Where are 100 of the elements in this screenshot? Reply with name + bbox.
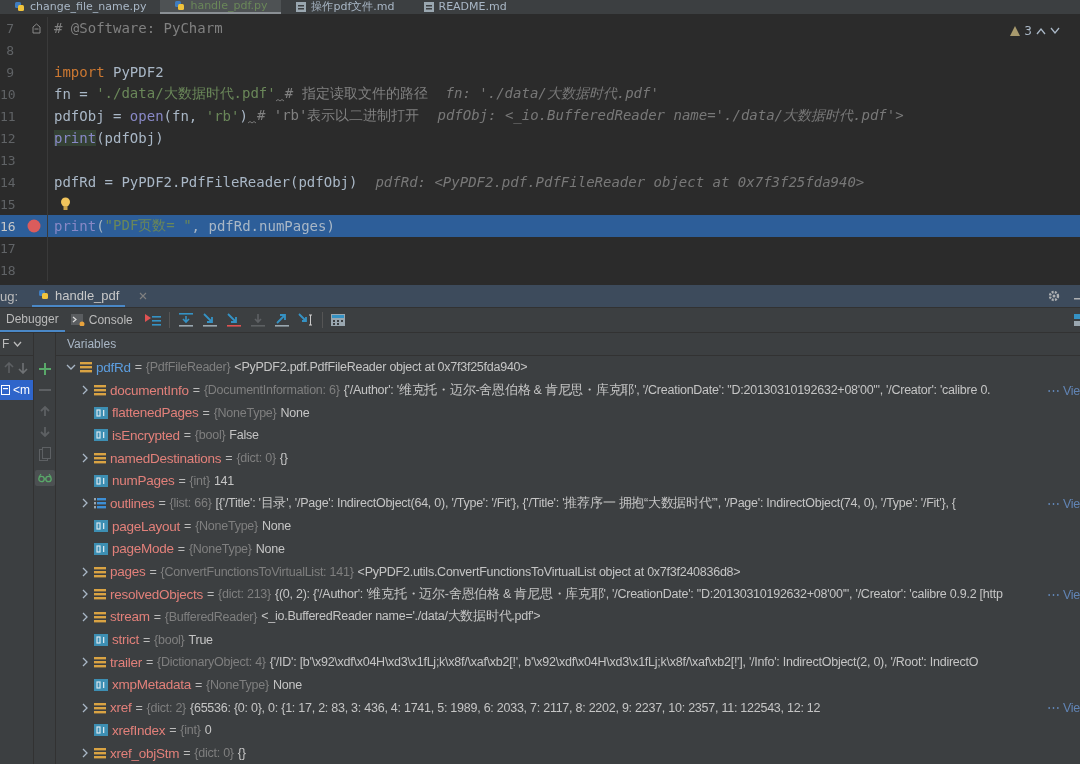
breakpoint-icon [27,219,41,233]
editor-tab[interactable]: change_file_name.py [0,0,161,14]
arrow-down-icon[interactable] [18,362,28,374]
equals-sign: = [146,655,154,670]
fold-icon [32,22,41,34]
variable-name: flattenedPages [112,405,199,421]
view-link[interactable]: ⋯ Vie [1044,495,1080,511]
line-number: 17 [0,240,14,256]
binary-icon [94,474,108,487]
calculator-icon[interactable] [330,314,345,326]
variable-name: xmpMetadata [112,677,192,693]
numbered-list-icon [94,497,106,510]
run-to-cursor-icon[interactable] [297,313,314,327]
panel-title: ug: [0,288,19,304]
binary-icon [94,542,108,555]
code-token: 'rb' [205,108,240,124]
editor-tab[interactable]: README.md [408,0,521,14]
variable-type: {int} [180,723,201,738]
equals-sign: = [178,473,186,488]
settings-icon[interactable] [1048,290,1060,302]
variable-name: trailer [110,654,142,670]
stack-icon [94,452,106,465]
variable-value: None [280,405,310,420]
view-link[interactable]: ⋯ Vie [1044,382,1080,398]
editor-tab[interactable]: 操作pdf文件.md [281,0,409,14]
equals-sign: = [169,723,177,738]
equals-sign: = [153,609,161,624]
variable-value: False [229,428,259,443]
code-token: pdfObj = [54,108,123,124]
variable-name: pageLayout [112,518,181,534]
warning-count[interactable]: 3 [1024,24,1032,38]
code-token: './data/大数据时代.pdf' [96,85,276,103]
stack-icon [94,747,106,760]
view-link[interactable]: ⋯ Vie [1044,586,1080,602]
code-token: print [54,130,97,146]
variable-name: documentInfo [110,382,189,398]
line-number: 15 [0,196,14,212]
code-token: pdfRd = PyPDF2.PdfFileReader(pdfObj) [54,174,358,190]
code-token: ( [96,218,105,234]
step-out-icon[interactable] [273,313,290,327]
variable-type: {int} [189,473,210,488]
stack-icon [94,565,106,578]
tool-tab[interactable]: Debugger [0,308,65,332]
equals-sign: = [184,519,192,534]
variable-type: {PdfFileReader} [145,360,231,375]
equals-sign: = [158,496,166,511]
variable-type: {DictionaryObject: 4} [157,655,266,670]
console-icon [70,314,85,326]
variable-type: {ConvertFunctionsToVirtualList: 141} [160,564,354,579]
code-token: , pdfRd.numPages) [191,218,335,234]
variable-name: isEncrypted [112,427,180,443]
variable-value: {(0, 2): {'/Author': '维克托・迈尔-舍恩伯格 & 肯尼思・库克耶', '/CreationDate': "D:20130310192632+08'00'", '/Creator': 'calibre 0.9.2 [http [274,585,1003,603]
variable-value: 141 [213,473,235,488]
line-number: 12 [0,130,14,146]
code-token: (fn, [163,108,199,124]
line-number: 13 [0,152,14,168]
variable-value: {65536: {0: 0}, 0: {1: 17, 2: 83, 3: 436, 4: 1741, 5: 1989, 6: 2033, 7: 2117, 8: 2202, 9: 2237, 10: 2357, 11: 122543, 12: 12 [190,700,821,715]
add-icon[interactable] [38,363,51,375]
caret-down-icon[interactable] [1050,27,1060,35]
frame-item[interactable]: <m [0,380,33,400]
execution-point-icon[interactable] [144,313,161,327]
step-into-my-code-icon[interactable] [225,313,242,327]
variables-header: Variables [56,333,1080,356]
line-number: 14 [0,174,14,190]
variable-value: None [262,519,291,534]
step-into-icon[interactable] [201,313,218,327]
variable-value: {} [237,746,246,761]
inline-value-hint: fn: './data/大数据时代.pdf' [445,85,659,103]
variable-type: {dict: 213} [218,587,271,602]
code-token: print [54,218,97,234]
lightbulb-icon [60,197,71,211]
view-link[interactable]: ⋯ Vie [1044,700,1080,716]
close-icon[interactable] [139,292,148,300]
stack-icon [94,656,106,669]
variable-value: 0 [204,723,212,738]
equals-sign: = [143,632,151,647]
variable-value: True [188,632,213,647]
code-token: import [54,64,105,80]
equals-sign: = [135,700,143,715]
equals-sign: = [195,677,203,692]
variable-value: None [255,541,285,556]
binary-icon [94,429,108,442]
glasses-icon[interactable] [37,473,52,483]
line-number: 11 [0,108,14,124]
tool-tab[interactable]: Console [64,308,139,332]
variable-type: {BufferedReader} [164,609,258,624]
caret-up-icon[interactable] [1036,27,1046,35]
variable-type: {NoneType} [195,519,258,534]
line-number: 8 [5,42,14,58]
caret-down-icon[interactable] [13,341,23,347]
step-over-icon[interactable] [177,313,194,327]
equals-sign: = [225,451,233,466]
thread-dropdown[interactable]: F [2,337,10,351]
stack-icon [94,701,106,714]
run-tab[interactable]: handle_pdf [32,285,126,307]
variable-name: xref [110,700,132,716]
variable-type: {bool} [194,428,226,443]
variable-name: pdfRd [96,359,131,375]
layout-icon[interactable] [1074,313,1080,327]
line-number: 16 [0,218,14,234]
